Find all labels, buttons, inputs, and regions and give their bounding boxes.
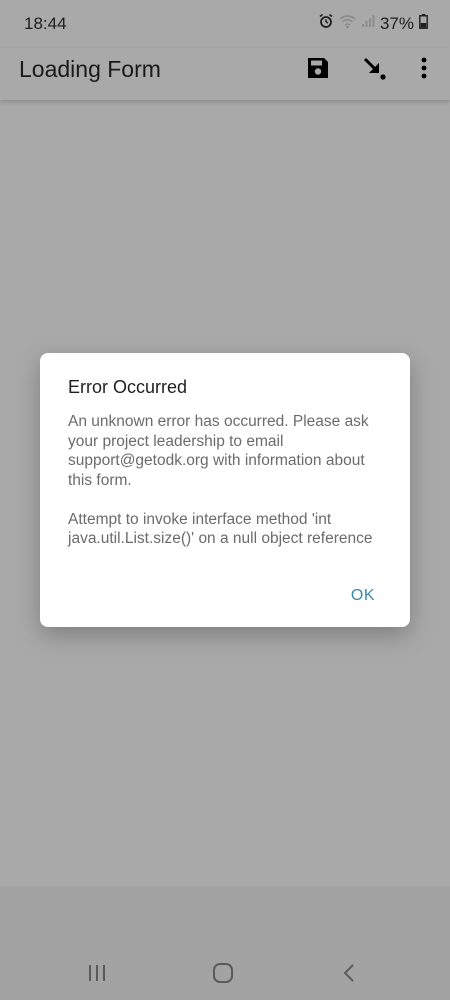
dialog-message-primary: An unknown error has occurred. Please as… bbox=[68, 413, 369, 489]
recent-apps-icon[interactable] bbox=[82, 958, 112, 988]
more-vert-icon[interactable] bbox=[410, 54, 438, 82]
signal-icon bbox=[361, 14, 375, 33]
status-bar: 18:44 37% bbox=[0, 0, 450, 48]
save-icon[interactable] bbox=[304, 54, 332, 82]
dialog-title: Error Occurred bbox=[68, 377, 188, 397]
page-title: Loading Form bbox=[19, 56, 161, 82]
battery-percent: 37% bbox=[379, 13, 414, 33]
battery-icon bbox=[419, 13, 428, 34]
status-time: 18:44 bbox=[24, 14, 67, 33]
wifi-icon bbox=[339, 14, 356, 34]
back-icon[interactable] bbox=[334, 958, 364, 988]
go-to-end-icon[interactable] bbox=[360, 54, 388, 82]
screen: 18:44 37% Loading Form Error Occurred An… bbox=[0, 0, 450, 1000]
error-dialog: Error Occurred An unknown error has occu… bbox=[40, 353, 410, 627]
bottom-bar bbox=[0, 886, 450, 944]
status-icons: 37% bbox=[318, 13, 428, 34]
dialog-message-detail: Attempt to invoke interface method 'int … bbox=[68, 510, 373, 548]
dialog-message: An unknown error has occurred. Please as… bbox=[68, 412, 386, 549]
alarm-icon bbox=[318, 13, 334, 34]
home-icon[interactable] bbox=[208, 958, 238, 988]
app-bar: Loading Form bbox=[0, 48, 450, 100]
ok-button[interactable]: OK bbox=[351, 587, 375, 605]
navigation-bar bbox=[0, 944, 450, 1000]
